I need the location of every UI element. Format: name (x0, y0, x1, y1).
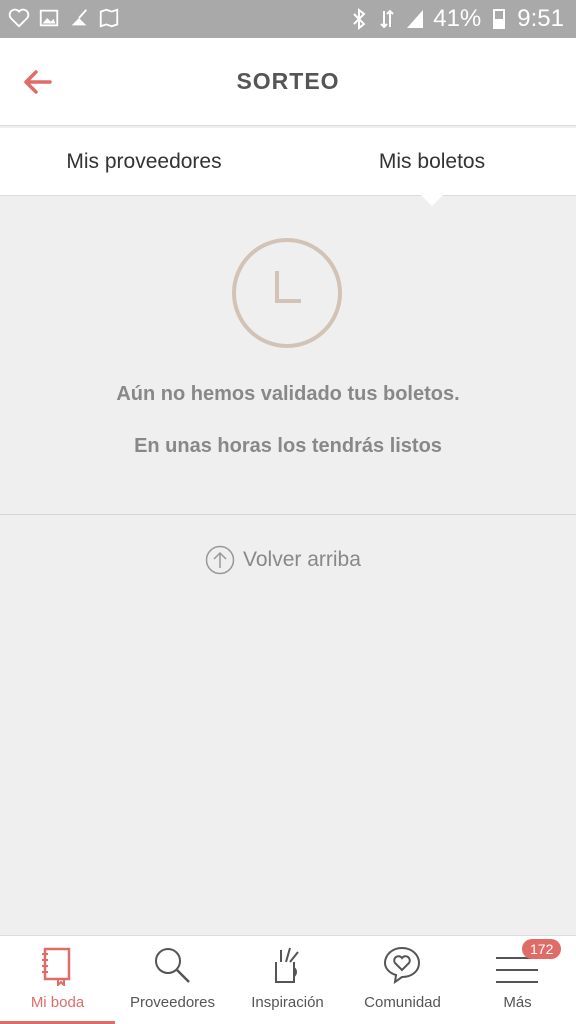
nav-label: Mi boda (30, 994, 85, 1011)
nav-item-proveedores[interactable]: Proveedores (115, 936, 230, 1024)
back-to-top-label: Volver arriba (243, 548, 361, 571)
nav-label: Proveedores (129, 994, 216, 1011)
tab-mis-proveedores[interactable]: Mis proveedores (0, 128, 288, 196)
heart-outline-icon (8, 8, 30, 28)
empty-state: Aún no hemos validado tus boletos. En un… (0, 197, 576, 515)
empty-message: Aún no hemos validado tus boletos. (116, 383, 460, 405)
nav-label: Comunidad (364, 994, 441, 1011)
search-icon (155, 948, 190, 983)
nav-label: Inspiración (251, 994, 324, 1011)
bluetooth-icon (353, 8, 366, 30)
tab-mis-boletos[interactable]: Mis boletos (288, 128, 576, 196)
app-bar: SORTEO (0, 38, 576, 126)
nav-item-mi-boda[interactable]: Mi boda (0, 936, 115, 1024)
broom-icon (71, 9, 88, 26)
nav-item-inspiracion[interactable]: Inspiración (230, 936, 345, 1024)
notification-badge: 172 (522, 939, 562, 959)
notification-icons (8, 7, 120, 29)
bottom-nav: Mi boda Proveedores Inspiración Comunida… (0, 935, 576, 1024)
back-to-top-button[interactable]: Volver arriba (205, 543, 361, 577)
status-bar: 41% 9:51 (0, 0, 576, 38)
arrow-up-circle-icon (205, 545, 235, 575)
data-transfer-icon (380, 9, 394, 29)
clock-icon (232, 238, 342, 348)
page-title: SORTEO (236, 68, 340, 94)
empty-submessage: En unas horas los tendrás listos (134, 435, 442, 457)
image-icon (39, 9, 59, 27)
clock-time: 9:51 (517, 5, 564, 32)
battery-icon (493, 9, 506, 29)
nav-item-comunidad[interactable]: Comunidad (345, 936, 460, 1024)
map-icon (99, 8, 119, 28)
battery-percent: 41% (433, 5, 482, 32)
chat-heart-icon (383, 946, 421, 985)
pencil-cup-icon (275, 947, 299, 983)
nav-label: Más (503, 994, 532, 1011)
tab-bar: Mis proveedores Mis boletos (0, 128, 576, 196)
signal-icon (407, 10, 424, 28)
notebook-icon (42, 947, 71, 986)
status-indicators: 41% 9:51 (349, 5, 564, 33)
